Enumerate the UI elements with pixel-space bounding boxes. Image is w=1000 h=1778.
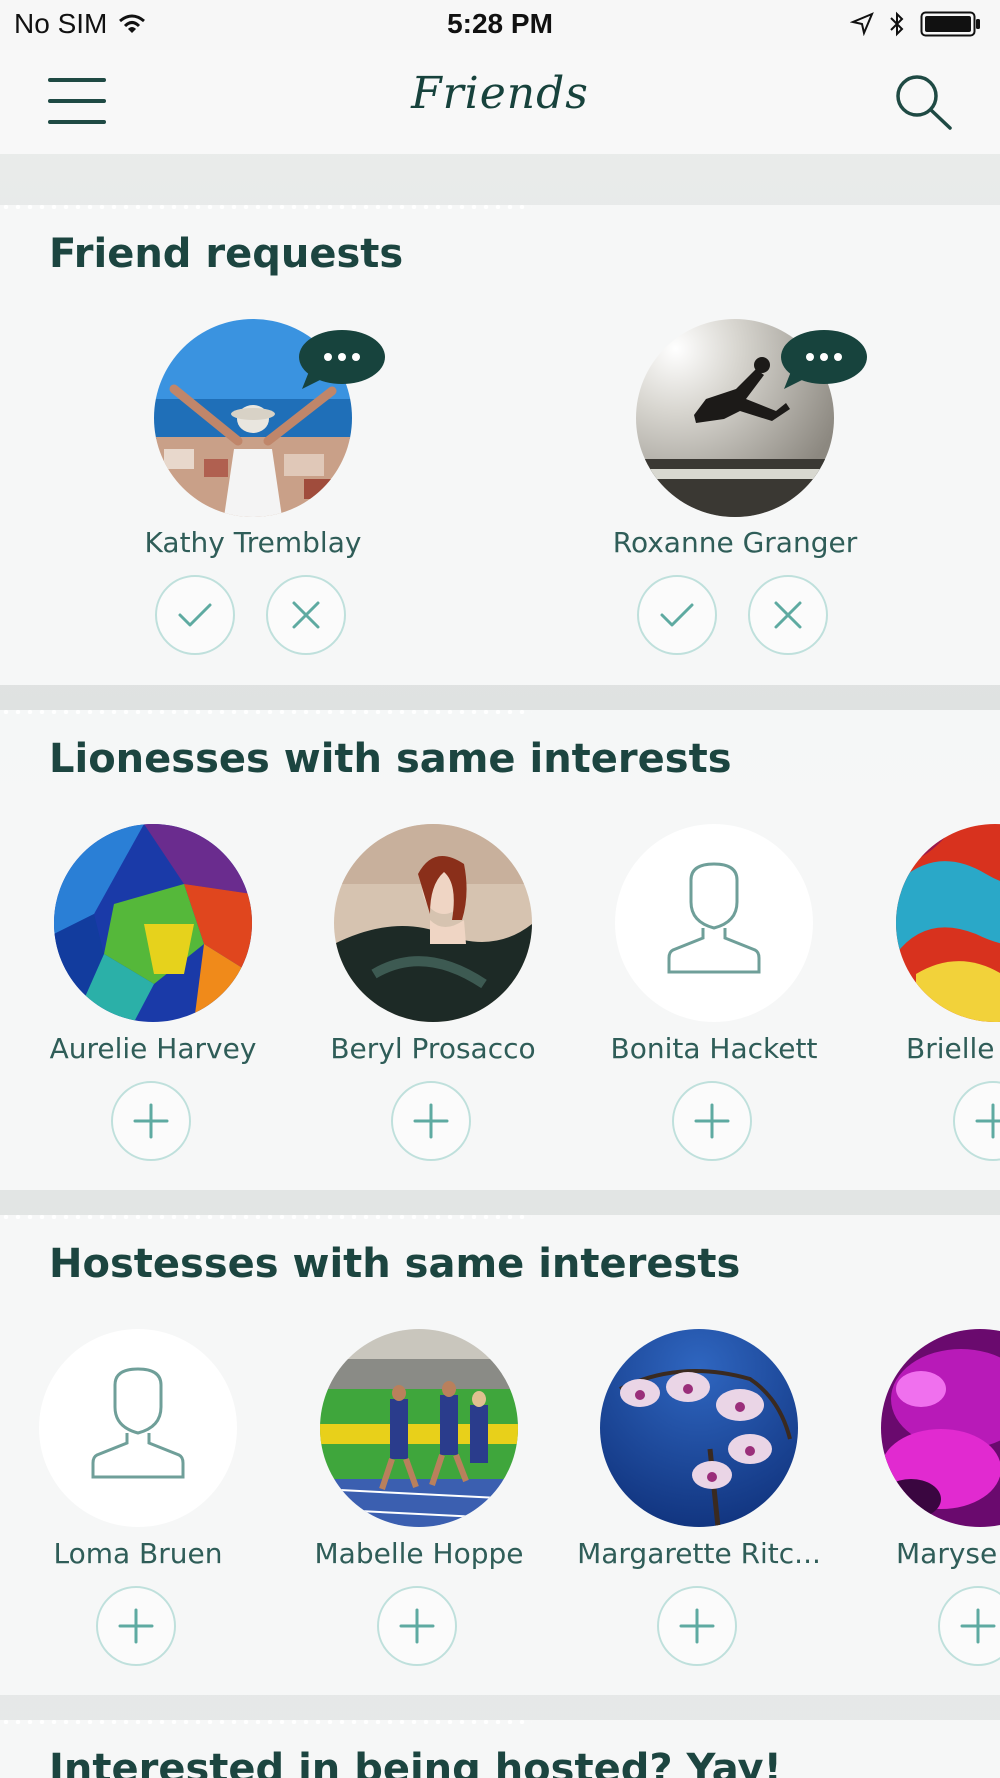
person-name: Aurelie Harvey xyxy=(49,1032,257,1065)
decline-button[interactable] xyxy=(748,575,828,655)
plus-icon xyxy=(118,1608,154,1644)
plus-icon xyxy=(133,1103,169,1139)
add-friend-button[interactable] xyxy=(657,1586,737,1666)
suggested-person: Beryl Prosacco xyxy=(330,824,594,1164)
plus-icon xyxy=(679,1608,715,1644)
add-friend-button[interactable] xyxy=(111,1081,191,1161)
avatar[interactable] xyxy=(39,1329,237,1527)
message-bubble-icon[interactable] xyxy=(778,327,868,391)
add-friend-button[interactable] xyxy=(377,1586,457,1666)
person-name: Mabelle Hoppe xyxy=(314,1537,524,1570)
person-name: Brielle xyxy=(906,1032,995,1065)
friend-requests-section: Friend requests Kathy Tremblay Roxanne G… xyxy=(0,205,1000,685)
friend-request-card: Roxanne Granger xyxy=(613,319,894,669)
location-arrow-icon xyxy=(850,12,874,36)
accept-button[interactable] xyxy=(155,575,235,655)
person-placeholder-icon xyxy=(667,862,761,974)
suggested-person: Brielle xyxy=(896,824,1000,1164)
person-name: Margarette Ritc... xyxy=(577,1537,821,1570)
accept-button[interactable] xyxy=(637,575,717,655)
hamburger-icon-line xyxy=(48,120,106,124)
close-icon xyxy=(292,601,320,629)
person-name: Kathy Tremblay xyxy=(144,526,362,559)
hosted-interest-section: Interested in being hosted? Yay! xyxy=(0,1720,1000,1778)
suggested-person: Margarette Ritc... xyxy=(577,1329,860,1669)
plus-icon xyxy=(975,1103,1000,1139)
suggested-person: Bonita Hackett xyxy=(611,824,875,1164)
avatar[interactable] xyxy=(54,824,252,1022)
plus-icon xyxy=(399,1608,435,1644)
search-button[interactable] xyxy=(892,72,956,132)
person-name: Maryse xyxy=(896,1537,998,1570)
person-name: Bonita Hackett xyxy=(610,1032,818,1065)
avatar[interactable] xyxy=(334,824,532,1022)
section-title: Lionesses with same interests xyxy=(49,736,732,782)
dotted-divider xyxy=(0,710,532,714)
plus-icon xyxy=(413,1103,449,1139)
message-bubble-icon[interactable] xyxy=(296,327,386,391)
check-icon xyxy=(178,603,212,627)
add-friend-button[interactable] xyxy=(96,1586,176,1666)
dotted-divider xyxy=(0,1215,532,1219)
avatar[interactable] xyxy=(600,1329,798,1527)
avatar[interactable] xyxy=(320,1329,518,1527)
battery-icon xyxy=(920,11,980,37)
suggested-person: Maryse xyxy=(881,1329,1000,1669)
dotted-divider xyxy=(0,1720,532,1724)
search-icon xyxy=(896,75,952,130)
avatar[interactable] xyxy=(615,824,813,1022)
friend-request-card: Kathy Tremblay xyxy=(145,319,412,669)
status-icons xyxy=(850,10,982,38)
section-title: Hostesses with same interests xyxy=(49,1241,741,1287)
suggested-person: Aurelie Harvey xyxy=(50,824,314,1164)
add-friend-button[interactable] xyxy=(953,1081,1000,1161)
check-icon xyxy=(660,603,694,627)
section-title: Interested in being hosted? Yay! xyxy=(49,1746,782,1778)
nav-bar: Friends xyxy=(0,50,1000,154)
avatar[interactable] xyxy=(881,1329,1000,1527)
person-placeholder-icon xyxy=(91,1367,185,1479)
lionesses-section: Lionesses with same interests Aurelie Ha… xyxy=(0,710,1000,1190)
person-name: Loma Bruen xyxy=(53,1537,223,1570)
add-friend-button[interactable] xyxy=(672,1081,752,1161)
close-icon xyxy=(774,601,802,629)
suggested-person: Mabelle Hoppe xyxy=(315,1329,580,1669)
person-name: Beryl Prosacco xyxy=(330,1032,536,1065)
plus-icon xyxy=(694,1103,730,1139)
add-friend-button[interactable] xyxy=(391,1081,471,1161)
plus-icon xyxy=(960,1608,996,1644)
avatar[interactable] xyxy=(896,824,1000,1022)
hostesses-section: Hostesses with same interests Loma Bruen xyxy=(0,1215,1000,1695)
dotted-divider xyxy=(0,205,532,209)
status-bar: No SIM 5:28 PM xyxy=(0,0,1000,50)
person-name: Roxanne Granger xyxy=(612,526,858,559)
suggested-person: Loma Bruen xyxy=(39,1329,299,1669)
decline-button[interactable] xyxy=(266,575,346,655)
add-friend-button[interactable] xyxy=(938,1586,1000,1666)
page-title: Friends xyxy=(411,68,589,119)
section-title: Friend requests xyxy=(49,231,404,277)
bluetooth-icon xyxy=(890,11,904,37)
